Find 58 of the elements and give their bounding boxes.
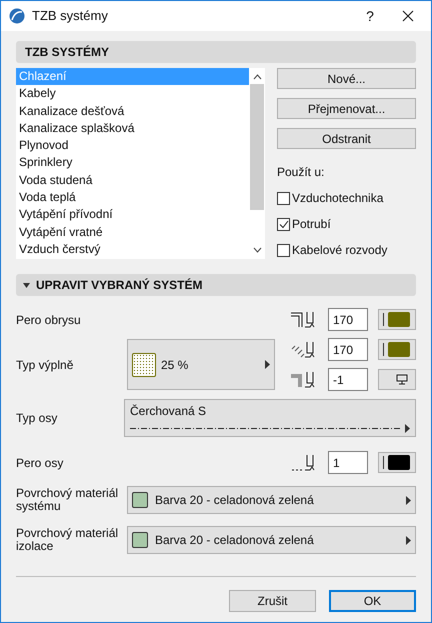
action-button[interactable]: Přejmenovat...: [277, 98, 416, 119]
submenu-arrow-icon: [265, 360, 270, 369]
scroll-down-icon: [252, 247, 262, 253]
axis-type-dropdown[interactable]: Čerchovaná S: [124, 399, 416, 437]
pen-number-field[interactable]: 170: [328, 338, 368, 361]
field-label: Povrchový materiál systému: [16, 487, 120, 513]
field-label: Pero obrysu: [16, 312, 81, 328]
dash-dot-line-icon: [130, 427, 402, 430]
app-logo-icon: [9, 8, 25, 24]
checkbox[interactable]: [277, 192, 290, 204]
section-header: TZB SYSTÉMY: [16, 41, 416, 63]
list-item[interactable]: Voda teplá: [16, 189, 249, 206]
expander-icon: [23, 282, 30, 288]
list-item[interactable]: Vytápění vratné: [16, 224, 249, 241]
field-label: Typ výplně: [16, 356, 74, 374]
material-dropdown[interactable]: Barva 20 - celadonová zelená: [127, 486, 416, 514]
screen-pen-button[interactable]: [378, 369, 416, 390]
dialog-button[interactable]: Zrušit: [229, 590, 316, 612]
list-item[interactable]: Sprinklery: [16, 154, 249, 172]
checkbox-label: Potrubí: [292, 216, 331, 233]
action-button[interactable]: Odstranit: [277, 128, 416, 149]
submenu-arrow-icon: [405, 424, 410, 433]
list-item[interactable]: Kanalizace dešťová: [16, 102, 249, 120]
list-item[interactable]: Vzduch čerstvý: [16, 240, 249, 258]
field-label: Typ osy: [16, 410, 58, 427]
field-label: Povrchový materiál izolace: [16, 527, 120, 553]
submenu-arrow-icon: [406, 496, 411, 504]
pen-number-field[interactable]: 170: [328, 308, 368, 331]
pen-number-field[interactable]: -1: [328, 368, 368, 391]
monitor-icon: [396, 374, 408, 385]
checkbox[interactable]: [277, 218, 290, 230]
fill-pattern-swatch: [132, 352, 156, 376]
material-dropdown[interactable]: Barva 20 - celadonová zelená: [127, 526, 416, 554]
list-item[interactable]: Vytápění přívodní: [16, 206, 249, 224]
pen-number-field[interactable]: 1: [328, 451, 368, 474]
pen-color-button[interactable]: [378, 309, 416, 330]
list-item[interactable]: Kabely: [16, 85, 249, 103]
list-item[interactable]: Voda studená: [16, 172, 249, 190]
pen-color-button[interactable]: [378, 452, 416, 473]
checkbox[interactable]: [277, 244, 290, 256]
checkbox-label: Kabelové rozvody: [292, 242, 388, 259]
dialog-button[interactable]: OK: [329, 590, 416, 612]
window-title: TZB systémy: [32, 7, 108, 26]
pen-color-button[interactable]: [378, 339, 416, 360]
scrollbar-thumb[interactable]: [250, 84, 264, 210]
list-item[interactable]: Kanalizace splašková: [16, 120, 249, 138]
section-header[interactable]: UPRAVIT VYBRANÝ SYSTÉM: [16, 274, 416, 296]
fill-type-dropdown[interactable]: 25 %: [127, 339, 275, 390]
checkmark-icon: [278, 220, 288, 228]
scroll-up-icon: [252, 74, 262, 80]
help-button[interactable]: ?: [355, 1, 385, 31]
action-button[interactable]: Nové...: [277, 68, 416, 89]
list-item[interactable]: Plynovod: [16, 137, 249, 154]
checkbox-label: Vzduchotechnika: [292, 190, 384, 207]
apply-to-label: Použít u:: [277, 164, 326, 181]
close-icon: [402, 10, 414, 22]
submenu-arrow-icon: [406, 536, 411, 544]
field-label: Pero osy: [16, 454, 64, 472]
